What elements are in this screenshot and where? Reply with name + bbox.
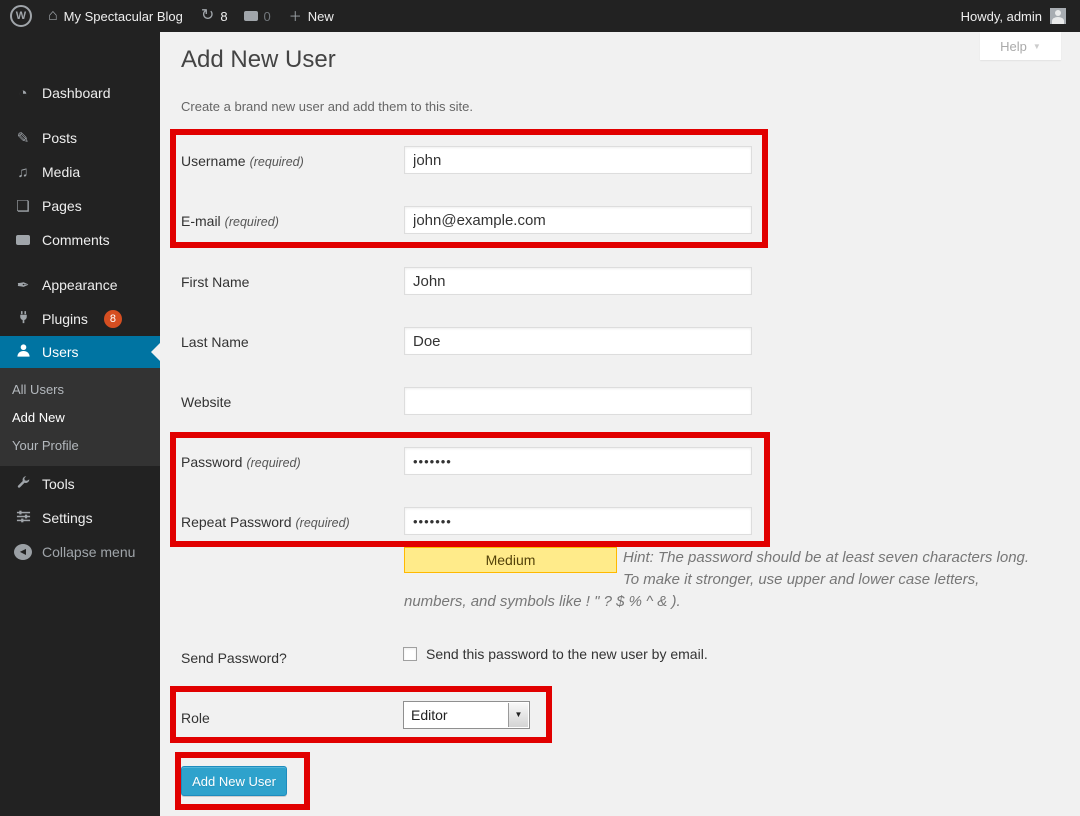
first-name-label: First Name (181, 274, 249, 290)
sidebar-item-settings[interactable]: Settings (0, 501, 160, 535)
page-subtitle: Create a brand new user and add them to … (181, 99, 473, 114)
sidebar-item-pages[interactable]: ❏ Pages (0, 189, 160, 223)
send-password-label: Send Password? (181, 650, 287, 666)
comments-count: 0 (264, 9, 271, 24)
media-icon: ♫ (14, 165, 32, 180)
sidebar-item-label: Plugins (42, 311, 88, 327)
sidebar-item-your-profile[interactable]: Your Profile (0, 432, 160, 460)
new-content-menu[interactable]: ＋ New (289, 9, 334, 24)
sidebar-item-label: Posts (42, 130, 77, 146)
repeat-password-input[interactable] (404, 507, 752, 535)
send-password-control: Send this password to the new user by em… (403, 646, 708, 662)
plug-icon (14, 310, 32, 328)
email-input[interactable] (404, 206, 752, 234)
page-title: Add New User (181, 46, 336, 74)
admin-bar: W ⌂ My Spectacular Blog ↻ 8 0 ＋ New Howd… (0, 0, 1080, 32)
sidebar-item-comments[interactable]: Comments (0, 223, 160, 257)
sidebar-item-label: Settings (42, 510, 93, 526)
pages-icon: ❏ (14, 199, 32, 214)
required-note: (required) (246, 456, 300, 470)
website-label: Website (181, 394, 231, 410)
sidebar-item-all-users[interactable]: All Users (0, 376, 160, 404)
updates-icon: ↻ (201, 8, 214, 24)
my-account-menu[interactable]: Howdy, admin (961, 8, 1066, 24)
sidebar-item-plugins[interactable]: Plugins 8 (0, 302, 160, 336)
sidebar-item-dashboard[interactable]: ◔ Dashboard (0, 76, 160, 110)
sidebar-item-add-new[interactable]: Add New (0, 404, 160, 432)
comments-bubble-icon (244, 11, 258, 21)
sidebar-item-label: Pages (42, 198, 82, 214)
plugins-update-badge: 8 (104, 310, 122, 328)
site-link[interactable]: ⌂ My Spectacular Blog (48, 8, 183, 24)
home-icon: ⌂ (48, 8, 58, 24)
sidebar-item-label: Dashboard (42, 85, 111, 101)
last-name-label: Last Name (181, 334, 249, 350)
sidebar-item-appearance[interactable]: ✒ Appearance (0, 268, 160, 302)
dashboard-icon: ◔ (14, 86, 32, 101)
role-selected-value: Editor (411, 707, 448, 723)
send-password-checkbox[interactable] (403, 647, 417, 661)
sidebar-item-posts[interactable]: ✎ Posts (0, 121, 160, 155)
sidebar-item-tools[interactable]: Tools (0, 467, 160, 501)
password-input[interactable] (404, 447, 752, 475)
sidebar-item-media[interactable]: ♫ Media (0, 155, 160, 189)
send-password-checkbox-label: Send this password to the new user by em… (426, 646, 708, 662)
help-button[interactable]: Help ▼ (980, 32, 1061, 60)
sidebar-item-label: Appearance (42, 277, 118, 293)
required-note: (required) (296, 516, 350, 530)
role-label: Role (181, 710, 210, 726)
new-label: New (308, 9, 334, 24)
wrench-icon (14, 475, 32, 493)
wordpress-logo-icon: W (10, 5, 32, 27)
password-label: Password(required) (181, 454, 301, 470)
username-label: Username(required) (181, 153, 304, 169)
sidebar-item-users[interactable]: Users (0, 336, 160, 368)
wordpress-menu[interactable]: W (10, 5, 32, 27)
first-name-input[interactable] (404, 267, 752, 295)
add-new-user-button[interactable]: Add New User (181, 766, 287, 796)
website-input[interactable] (404, 387, 752, 415)
comments-icon (14, 233, 32, 248)
select-dropdown-button[interactable]: ▼ (508, 703, 528, 727)
person-icon (14, 343, 32, 361)
chevron-down-icon: ▼ (515, 702, 523, 728)
sliders-icon (14, 509, 32, 527)
sidebar-item-label: Collapse menu (42, 544, 135, 560)
wordpress-admin-page: W ⌂ My Spectacular Blog ↻ 8 0 ＋ New Howd… (0, 0, 1080, 816)
required-note: (required) (250, 155, 304, 169)
plus-icon: ＋ (289, 10, 302, 23)
password-strength-row: Medium Hint: The password should be at l… (404, 547, 1036, 613)
site-name: My Spectacular Blog (64, 9, 183, 24)
comments-link[interactable]: 0 (244, 9, 271, 24)
admin-sidebar: ◔ Dashboard ✎ Posts ♫ Media ❏ Pages Comm… (0, 32, 160, 816)
howdy-text: Howdy, admin (961, 9, 1042, 24)
role-select[interactable]: Editor ▼ (403, 701, 530, 729)
sidebar-item-label: Users (42, 344, 79, 360)
email-label: E-mail(required) (181, 213, 279, 229)
password-strength-meter: Medium (404, 547, 617, 573)
updates-link[interactable]: ↻ 8 (201, 8, 228, 24)
sidebar-item-label: Media (42, 164, 80, 180)
sidebar-item-collapse-menu[interactable]: ◀ Collapse menu (0, 535, 160, 569)
repeat-password-label: Repeat Password(required) (181, 514, 350, 530)
users-submenu: All Users Add New Your Profile (0, 368, 160, 466)
updates-count: 8 (220, 9, 227, 24)
last-name-input[interactable] (404, 327, 752, 355)
sidebar-item-label: Tools (42, 476, 75, 492)
paintbrush-icon: ✒ (14, 278, 32, 293)
collapse-arrow-icon: ◀ (14, 544, 32, 560)
pushpin-icon: ✎ (14, 131, 32, 146)
avatar (1050, 8, 1066, 24)
help-label: Help (1000, 39, 1027, 54)
required-note: (required) (225, 215, 279, 229)
chevron-down-icon: ▼ (1033, 42, 1041, 51)
sidebar-item-label: Comments (42, 232, 110, 248)
username-input[interactable] (404, 146, 752, 174)
